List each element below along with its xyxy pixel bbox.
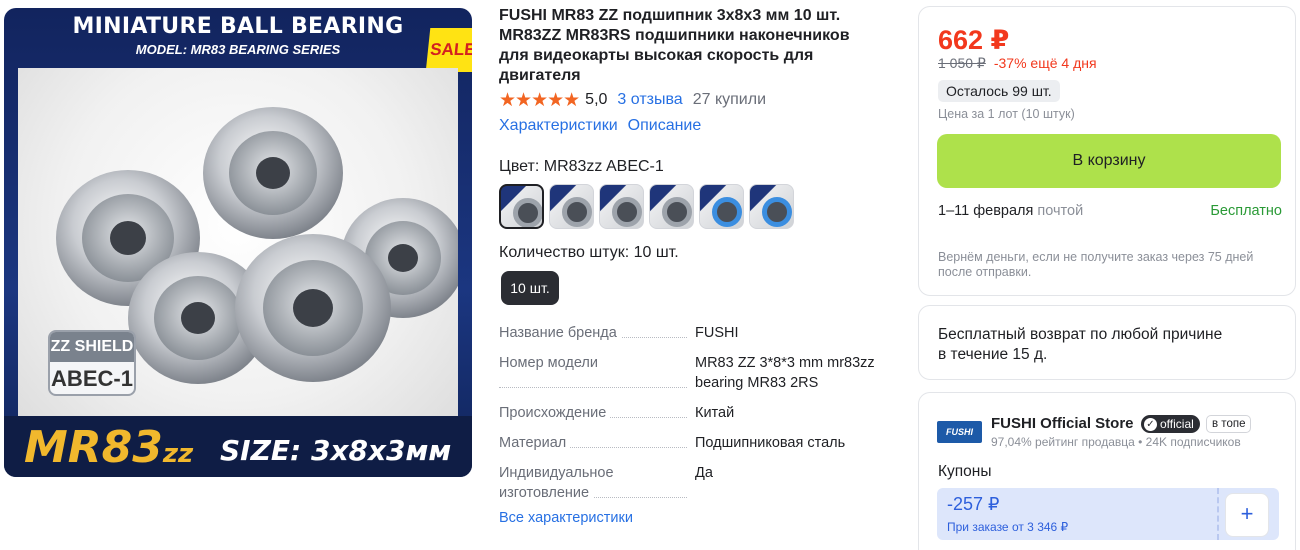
spec-row: Индивидуальное изготовление Да: [499, 463, 899, 503]
quantity-label: Количество штук: 10 шт.: [499, 244, 679, 261]
returns-card[interactable]: Бесплатный возврат по любой причине в те…: [918, 305, 1296, 380]
spec-row: Происхождение Китай: [499, 403, 899, 423]
spec-row: Название бренда FUSHI: [499, 323, 899, 343]
color-swatches: [499, 184, 794, 229]
discount-text: -37% ещё 4 дня: [993, 55, 1097, 71]
rating-row: ★★★★★ 5,0 3 отзыва 27 купили: [499, 89, 766, 111]
coupons-label: Купоны: [938, 463, 992, 480]
spec-row: Номер модели MR83 ZZ 3*8*3 mm mr83zz bea…: [499, 353, 899, 393]
all-specs-link[interactable]: Все характеристики: [499, 510, 633, 526]
coupon-condition: При заказе от 3 346 ₽: [947, 520, 1069, 534]
quantity-option-10[interactable]: 10 шт.: [501, 271, 559, 305]
refund-note: Вернём деньги, если не получите заказ че…: [938, 250, 1254, 279]
bought-count: 27 купили: [692, 91, 766, 108]
spec-key: Номер модели: [499, 355, 602, 371]
color-swatch-6[interactable]: [749, 184, 794, 229]
section-links: Характеристики Описание: [499, 117, 701, 135]
color-swatch-1[interactable]: [499, 184, 544, 229]
returns-period: в течение 15 д.: [938, 346, 1048, 363]
zz-shield-label: ZZ SHIELD ABEC-1: [48, 330, 136, 396]
model-text: MR83zz: [24, 422, 193, 473]
delivery-row: 1–11 февраля почтой Бесплатно: [938, 203, 1282, 219]
spec-row: Материал Подшипниковая сталь: [499, 433, 899, 453]
stock-badge: Осталось 99 шт.: [938, 80, 1060, 102]
top-badge: в топе: [1206, 415, 1252, 433]
spec-value: MR83 ZZ 3*8*3 mm mr83zz bearing MR83 2RS: [695, 355, 875, 391]
official-badge: ✓ official: [1141, 415, 1200, 433]
color-swatch-4[interactable]: [649, 184, 694, 229]
spec-value: Да: [695, 465, 713, 481]
banner-subtitle: MODEL: MR83 BEARING SERIES: [135, 42, 341, 57]
spec-key: Название бренда: [499, 325, 621, 341]
description-link[interactable]: Описание: [628, 117, 702, 135]
spec-value: Китай: [695, 405, 735, 421]
size-text: SIZE: 3x8x3мм: [220, 434, 452, 467]
check-icon: ✓: [1144, 417, 1157, 431]
delivery-method: почтой: [1037, 203, 1084, 219]
color-swatch-2[interactable]: [549, 184, 594, 229]
spec-value: Подшипниковая сталь: [695, 435, 846, 451]
color-swatch-3[interactable]: [599, 184, 644, 229]
color-label: Цвет: MR83zz ABEC-1: [499, 158, 664, 175]
reviews-link[interactable]: 3 отзыва: [617, 91, 682, 109]
sale-badge: SALE: [425, 28, 472, 72]
spec-value: FUSHI: [695, 325, 739, 341]
add-to-cart-button[interactable]: В корзину: [937, 134, 1281, 188]
shield-line1: ZZ SHIELD: [50, 332, 134, 362]
official-label: official: [1160, 417, 1194, 431]
coupon-amount: -257 ₽: [947, 494, 1000, 514]
old-price: 1 050 ₽: [938, 55, 986, 71]
product-title: FUSHI MR83 ZZ подшипник 3x8x3 мм 10 шт. …: [499, 7, 850, 84]
product-main-image[interactable]: MINIATURE BALL BEARING MODEL: MR83 BEARI…: [4, 8, 472, 477]
rating-score: 5,0: [585, 91, 608, 108]
lot-note: Цена за 1 лот (10 штук): [938, 107, 1075, 121]
specs-table: Название бренда FUSHI Номер модели MR83 …: [499, 323, 899, 513]
model-main: MR83: [24, 422, 163, 473]
specs-link[interactable]: Характеристики: [499, 117, 618, 135]
color-swatch-5[interactable]: [699, 184, 744, 229]
image-banner: MINIATURE BALL BEARING MODEL: MR83 BEARI…: [4, 8, 472, 66]
buy-card: 662 ₽ 1 050 ₽ -37% ещё 4 дня Осталось 99…: [918, 6, 1296, 296]
coupon-card[interactable]: -257 ₽ При заказе от 3 346 ₽: [937, 488, 1219, 540]
returns-text: Бесплатный возврат по любой причине: [938, 326, 1223, 343]
image-footer: MR83zz SIZE: 3x8x3мм: [4, 416, 472, 477]
add-coupon-button[interactable]: +: [1225, 493, 1269, 537]
store-logo[interactable]: FUSHI: [937, 421, 982, 443]
model-suffix: zz: [162, 439, 194, 469]
banner-title: MINIATURE BALL BEARING: [72, 14, 404, 39]
current-price: 662 ₽: [938, 25, 1010, 55]
store-name-link[interactable]: FUSHI Official Store: [991, 415, 1134, 432]
spec-key: Индивидуальное изготовление: [499, 465, 614, 501]
delivery-price: Бесплатно: [1210, 203, 1282, 219]
price-discount-row: 1 050 ₽ -37% ещё 4 дня: [938, 55, 1097, 72]
store-card: FUSHI FUSHI Official Store ✓ official в …: [918, 392, 1296, 550]
shield-line2: ABEC-1: [51, 366, 133, 391]
store-meta: 97,04% рейтинг продавца • 24K подписчико…: [991, 435, 1241, 449]
spec-key: Происхождение: [499, 405, 611, 421]
spec-key: Материал: [499, 435, 571, 451]
star-rating-icon: ★★★★★: [499, 89, 580, 111]
delivery-dates: 1–11 февраля: [938, 203, 1034, 219]
